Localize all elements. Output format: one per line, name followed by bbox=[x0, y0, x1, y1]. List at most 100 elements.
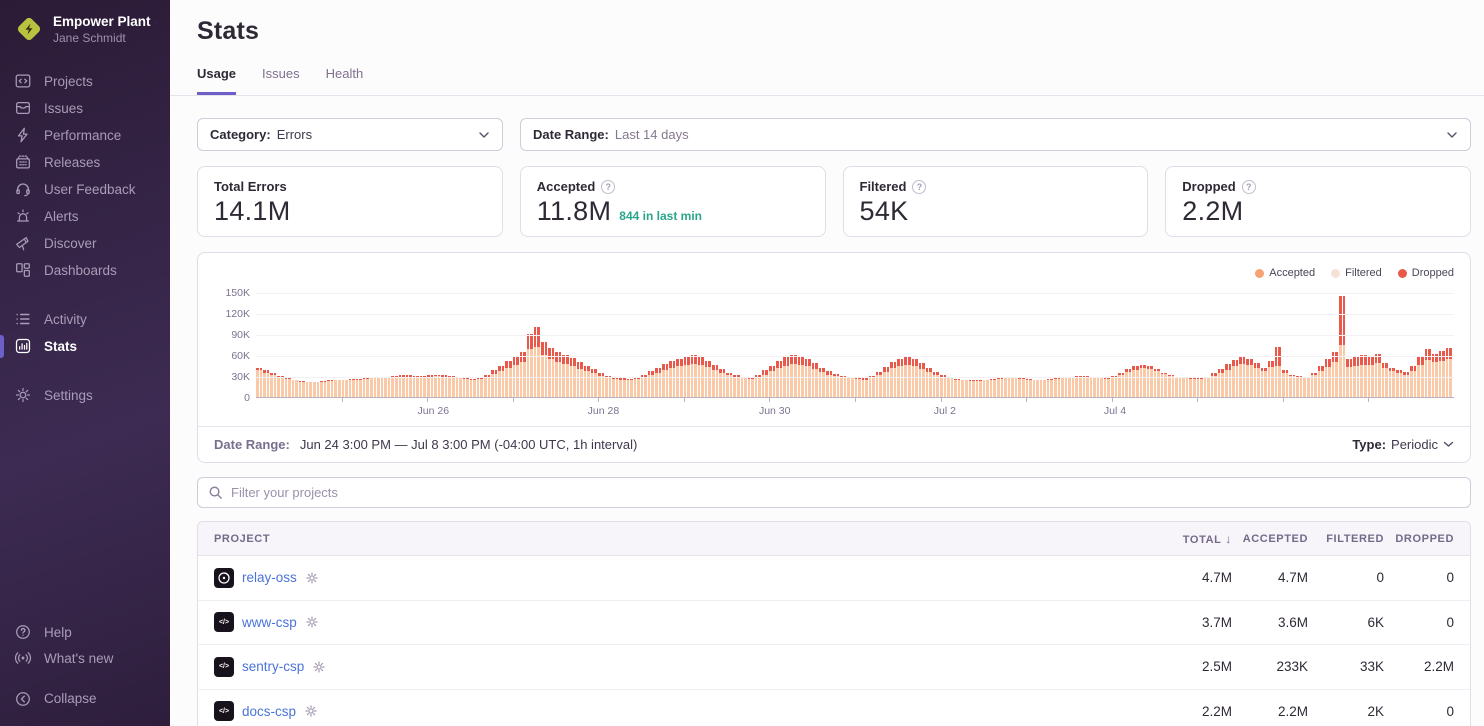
sidebar-item-help[interactable]: Help bbox=[0, 619, 170, 645]
org-switcher[interactable]: Empower Plant Jane Schmidt bbox=[0, 12, 170, 60]
chart-bar[interactable] bbox=[470, 379, 473, 397]
chart-bar[interactable] bbox=[662, 364, 665, 397]
chart-bar[interactable] bbox=[773, 366, 776, 397]
project-link[interactable]: docs-csp bbox=[242, 704, 296, 719]
chart-bar[interactable] bbox=[623, 378, 626, 397]
sidebar-item-stats[interactable]: Stats bbox=[0, 333, 170, 360]
chart-bar[interactable] bbox=[737, 375, 740, 397]
sidebar-item-settings[interactable]: Settings bbox=[0, 382, 170, 409]
help-circle-icon[interactable]: ? bbox=[601, 180, 615, 194]
chart-bar[interactable] bbox=[292, 380, 295, 397]
chart-bar[interactable] bbox=[459, 377, 462, 397]
chart-bar[interactable] bbox=[1104, 378, 1107, 397]
chart-bar[interactable] bbox=[338, 380, 341, 397]
chart-bar[interactable] bbox=[559, 352, 562, 397]
chart-bar[interactable] bbox=[844, 376, 847, 397]
chart-bar[interactable] bbox=[477, 377, 480, 397]
chart-bar[interactable] bbox=[669, 361, 672, 397]
chart-bar[interactable] bbox=[926, 368, 929, 397]
chart-bar[interactable] bbox=[1275, 347, 1278, 397]
project-settings-gear-icon[interactable] bbox=[312, 660, 326, 674]
chart-bar[interactable] bbox=[847, 377, 850, 397]
chart-bar[interactable] bbox=[587, 366, 590, 397]
project-settings-gear-icon[interactable] bbox=[305, 571, 319, 585]
chart-bar[interactable] bbox=[1097, 377, 1100, 397]
project-settings-gear-icon[interactable] bbox=[305, 615, 319, 629]
chart-bar[interactable] bbox=[947, 377, 950, 397]
chart-bar[interactable] bbox=[915, 359, 918, 397]
project-link[interactable]: sentry-csp bbox=[242, 659, 304, 674]
chart-bar[interactable] bbox=[933, 372, 936, 397]
chart-bar[interactable] bbox=[1407, 372, 1410, 397]
chart-bar[interactable] bbox=[1068, 377, 1071, 397]
chart-bar[interactable] bbox=[1254, 363, 1257, 397]
chart-bar[interactable] bbox=[1107, 378, 1110, 397]
chart-bar[interactable] bbox=[1278, 347, 1281, 397]
chart-bar[interactable] bbox=[1207, 377, 1210, 397]
chart-bar[interactable] bbox=[520, 352, 523, 397]
chart-bar[interactable] bbox=[612, 377, 615, 397]
chart-bar[interactable] bbox=[1442, 351, 1445, 397]
chart-bar[interactable] bbox=[1150, 366, 1153, 397]
chart-bar[interactable] bbox=[463, 378, 466, 397]
chart-bar[interactable] bbox=[1026, 379, 1029, 397]
chart-bar[interactable] bbox=[1061, 377, 1064, 397]
chart-bar[interactable] bbox=[505, 361, 508, 397]
chart-bar[interactable] bbox=[805, 359, 808, 397]
chart-bar[interactable] bbox=[1004, 377, 1007, 397]
chart-bar[interactable] bbox=[830, 371, 833, 397]
chart-bar[interactable] bbox=[997, 378, 1000, 397]
chart-bar[interactable] bbox=[473, 379, 476, 397]
chart-bar[interactable] bbox=[448, 376, 451, 397]
chart-bar[interactable] bbox=[1257, 363, 1260, 397]
chart-bar[interactable] bbox=[1001, 378, 1004, 397]
chart-bar[interactable] bbox=[263, 370, 266, 397]
chart-bar[interactable] bbox=[413, 376, 416, 397]
chart-bar[interactable] bbox=[1200, 378, 1203, 397]
chart-bar[interactable] bbox=[334, 380, 337, 397]
chart-bar[interactable] bbox=[691, 355, 694, 397]
chart-bar[interactable] bbox=[1218, 369, 1221, 397]
chart-bar[interactable] bbox=[922, 363, 925, 397]
chart-bar[interactable] bbox=[566, 355, 569, 397]
chart-bar[interactable] bbox=[979, 380, 982, 397]
chart-bar[interactable] bbox=[637, 377, 640, 397]
chart-bar[interactable] bbox=[456, 377, 459, 397]
chart-bar[interactable] bbox=[1140, 365, 1143, 397]
chart-bar[interactable] bbox=[630, 379, 633, 397]
sidebar-item-whats-new[interactable]: What's new bbox=[0, 645, 170, 671]
chart-bar[interactable] bbox=[765, 370, 768, 397]
chart-bar[interactable] bbox=[1043, 380, 1046, 397]
chart-bar[interactable] bbox=[659, 368, 662, 397]
chart-bar[interactable] bbox=[1111, 376, 1114, 397]
chart-bar[interactable] bbox=[1321, 366, 1324, 397]
chart-bar[interactable] bbox=[858, 377, 861, 397]
chart-bar[interactable] bbox=[865, 378, 868, 397]
chart-bar[interactable] bbox=[391, 376, 394, 397]
chart-bar[interactable] bbox=[1268, 361, 1271, 397]
chart-bar[interactable] bbox=[655, 368, 658, 397]
chart-bar[interactable] bbox=[306, 382, 309, 397]
sidebar-item-projects[interactable]: Projects bbox=[0, 68, 170, 95]
chart-bar[interactable] bbox=[1036, 380, 1039, 397]
chart-bar[interactable] bbox=[1018, 378, 1021, 397]
chart-bar[interactable] bbox=[954, 379, 957, 397]
chart-bar[interactable] bbox=[1400, 370, 1403, 397]
chart-bar[interactable] bbox=[1182, 377, 1185, 397]
chart-bar[interactable] bbox=[1197, 378, 1200, 397]
chart-bar[interactable] bbox=[780, 361, 783, 397]
chart-bar[interactable] bbox=[1343, 296, 1346, 398]
chart-bar[interactable] bbox=[1136, 366, 1139, 397]
chart-bar[interactable] bbox=[260, 368, 263, 397]
chart-bar[interactable] bbox=[267, 370, 270, 397]
chart-bar[interactable] bbox=[741, 377, 744, 397]
chart-bar[interactable] bbox=[869, 376, 872, 397]
chart-bar[interactable] bbox=[423, 376, 426, 397]
legend-item-filtered[interactable]: Filtered bbox=[1331, 267, 1382, 279]
chart-bar[interactable] bbox=[887, 367, 890, 397]
chart-bar[interactable] bbox=[1382, 363, 1385, 397]
chart-bar[interactable] bbox=[940, 375, 943, 397]
chart-bar[interactable] bbox=[1132, 366, 1135, 397]
chart-bar[interactable] bbox=[537, 327, 540, 397]
chart-bar[interactable] bbox=[776, 361, 779, 397]
